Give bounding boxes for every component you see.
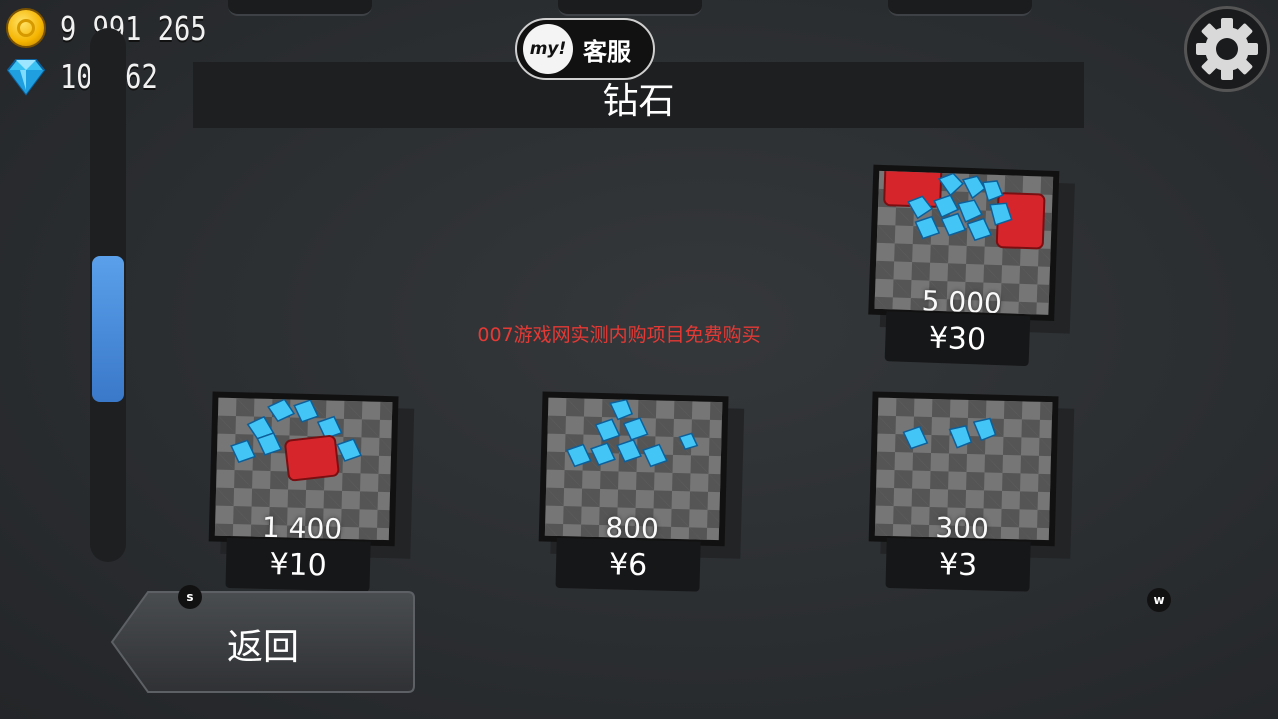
product-price[interactable]: ¥6 <box>555 537 701 592</box>
hotkey-s-badge: s <box>178 585 202 609</box>
top-tab-3[interactable] <box>888 0 1032 16</box>
product-price[interactable]: ¥3 <box>885 537 1031 592</box>
product-5000-gems[interactable]: 5 000 ¥30 <box>865 163 1075 370</box>
product-800-gems[interactable]: 800 ¥6 <box>535 389 745 594</box>
hotkey-w-badge: w <box>1147 588 1171 612</box>
product-300-gems[interactable]: 300 ¥3 <box>865 389 1075 594</box>
top-tab-1[interactable] <box>228 0 372 16</box>
top-tab-2[interactable] <box>558 0 702 16</box>
gold-coin-icon <box>6 8 46 48</box>
gear-icon <box>1196 18 1258 80</box>
back-button[interactable]: 返回 <box>110 590 416 694</box>
back-button-label: 返回 <box>226 627 299 668</box>
product-price[interactable]: ¥10 <box>225 537 371 592</box>
few-gems-icon <box>902 417 997 450</box>
page-title: 钻石 <box>602 81 675 122</box>
product-price[interactable]: ¥30 <box>884 311 1031 367</box>
product-amount: 1 400 <box>261 510 343 541</box>
product-amount: 800 <box>604 511 660 541</box>
gem-chests-icon <box>883 170 1046 250</box>
blue-diamond-icon <box>6 59 46 96</box>
product-amount: 300 <box>934 511 990 541</box>
settings-button[interactable] <box>1184 6 1270 92</box>
product-1400-gems[interactable]: 1 400 ¥10 <box>205 389 415 594</box>
customer-service-button[interactable]: my! 客服 <box>515 18 655 80</box>
gem-pile-with-chest-icon <box>230 398 363 482</box>
gem-pile-icon <box>566 398 699 468</box>
coin-amount: 9 991 265 <box>60 8 207 48</box>
mascot-icon: my! <box>523 24 573 74</box>
customer-service-label: 客服 <box>583 37 631 66</box>
